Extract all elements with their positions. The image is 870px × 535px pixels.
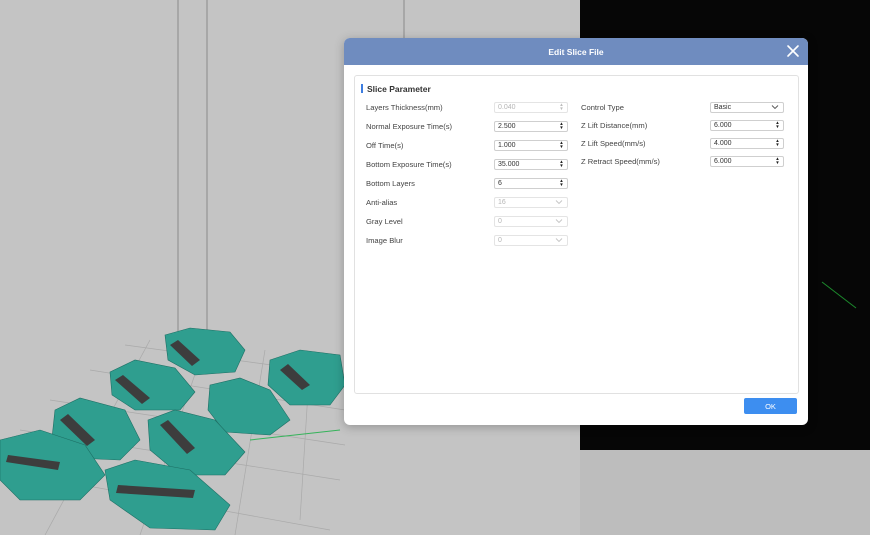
field-value: 6.000 (714, 157, 732, 165)
arrow-down-icon[interactable]: ▼ (559, 182, 563, 188)
param-row-anti-alias: Anti-alias (366, 196, 397, 208)
arrow-down-icon[interactable]: ▼ (775, 124, 779, 130)
dialog-titlebar: Edit Slice File (344, 38, 808, 65)
arrow-down-icon[interactable]: ▼ (559, 125, 563, 131)
chevron-down-icon (771, 105, 779, 110)
param-label: Bottom Exposure Time(s) (366, 159, 452, 169)
field-value: 0.040 (498, 103, 516, 111)
anti-alias-select: 16 (494, 196, 568, 208)
field-value: Basic (714, 103, 732, 111)
param-row-control-type: Control Type (581, 101, 624, 113)
param-label: Normal Exposure Time(s) (366, 121, 453, 131)
field-value: 6.000 (714, 121, 732, 129)
image-blur-select: 0 (494, 234, 568, 246)
stepper-arrows-icon[interactable]: ▲ ▼ (558, 159, 565, 169)
param-label: Layers Thickness(mm) (366, 102, 443, 112)
field-value: 0 (498, 217, 502, 225)
z-retract-speed-stepper[interactable]: 6.000 ▲ ▼ (710, 155, 784, 167)
param-label: Gray Level (366, 216, 403, 226)
param-row-bottom-exposure-time: Bottom Exposure Time(s) (366, 158, 452, 170)
param-row-image-blur: Image Blur (366, 234, 403, 246)
section-title: Slice Parameter (367, 83, 431, 94)
stepper-arrows-icon[interactable]: ▲ ▼ (558, 178, 565, 188)
chevron-down-icon (555, 200, 563, 205)
field-value: 1.000 (498, 141, 516, 149)
field-value: 16 (498, 198, 506, 206)
edit-slice-file-dialog: Edit Slice File Slice Parameter Layers T… (344, 38, 808, 425)
stepper-arrows-icon[interactable]: ▲ ▼ (774, 120, 781, 130)
param-label: Bottom Layers (366, 178, 415, 188)
arrow-down-icon[interactable]: ▼ (775, 160, 779, 166)
arrow-down-icon[interactable]: ▼ (775, 142, 779, 148)
off-time-stepper[interactable]: 1.000 ▲ ▼ (494, 139, 568, 151)
slice-parameter-panel: Slice Parameter Layers Thickness(mm) 0.04… (354, 75, 799, 394)
stepper-arrows-icon[interactable]: ▲ ▼ (558, 140, 565, 150)
param-label: Image Blur (366, 235, 403, 245)
field-value: 2.500 (498, 122, 516, 130)
bottom-exposure-time-stepper[interactable]: 35.000 ▲ ▼ (494, 158, 568, 170)
param-row-z-retract-speed: Z Retract Speed(mm/s) (581, 155, 660, 167)
stepper-arrows-icon[interactable]: ▲ ▼ (558, 121, 565, 131)
chevron-down-icon (555, 238, 563, 243)
param-row-bottom-layers: Bottom Layers (366, 177, 415, 189)
gray-level-select: 0 (494, 215, 568, 227)
stepper-arrows-icon[interactable]: ▲ ▼ (774, 138, 781, 148)
arrow-down-icon[interactable]: ▼ (559, 144, 563, 150)
z-lift-speed-stepper[interactable]: 4.000 ▲ ▼ (710, 137, 784, 149)
layers-thickness-stepper: 0.040 ▲ ▼ (494, 101, 568, 113)
normal-exposure-time-stepper[interactable]: 2.500 ▲ ▼ (494, 120, 568, 132)
param-label: Z Retract Speed(mm/s) (581, 156, 660, 166)
section-header: Slice Parameter (361, 83, 431, 94)
stepper-arrows-icon[interactable]: ▲ ▼ (774, 156, 781, 166)
control-type-select[interactable]: Basic (710, 101, 784, 113)
param-row-normal-exposure-time: Normal Exposure Time(s) (366, 120, 452, 132)
chevron-down-icon (555, 219, 563, 224)
param-label: Control Type (581, 102, 624, 112)
param-label: Anti-alias (366, 197, 398, 207)
close-icon[interactable] (786, 44, 800, 58)
arrow-down-icon[interactable]: ▼ (559, 163, 563, 169)
param-label: Z Lift Speed(mm/s) (581, 138, 646, 148)
param-row-z-lift-speed: Z Lift Speed(mm/s) (581, 137, 646, 149)
field-value: 35.000 (498, 160, 520, 168)
param-row-gray-level: Gray Level (366, 215, 403, 227)
arrow-down-icon: ▼ (559, 106, 564, 111)
ok-button[interactable]: OK (744, 398, 797, 414)
section-accent-bar (361, 84, 363, 93)
param-row-z-lift-distance: Z Lift Distance(mm) (581, 119, 647, 131)
param-label: Z Lift Distance(mm) (581, 120, 648, 130)
param-row-layers-thickness: Layers Thickness(mm) (366, 101, 443, 113)
field-value: 0 (498, 236, 502, 244)
dialog-title: Edit Slice File (548, 46, 604, 57)
field-value: 6 (498, 179, 502, 187)
z-lift-distance-stepper[interactable]: 6.000 ▲ ▼ (710, 119, 784, 131)
field-value: 4.000 (714, 139, 732, 147)
stepper-arrows-icon: ▲ ▼ (558, 102, 565, 112)
bottom-layers-stepper[interactable]: 6 ▲ ▼ (494, 177, 568, 189)
param-row-off-time: Off Time(s) (366, 139, 403, 151)
param-label: Off Time(s) (366, 140, 404, 150)
